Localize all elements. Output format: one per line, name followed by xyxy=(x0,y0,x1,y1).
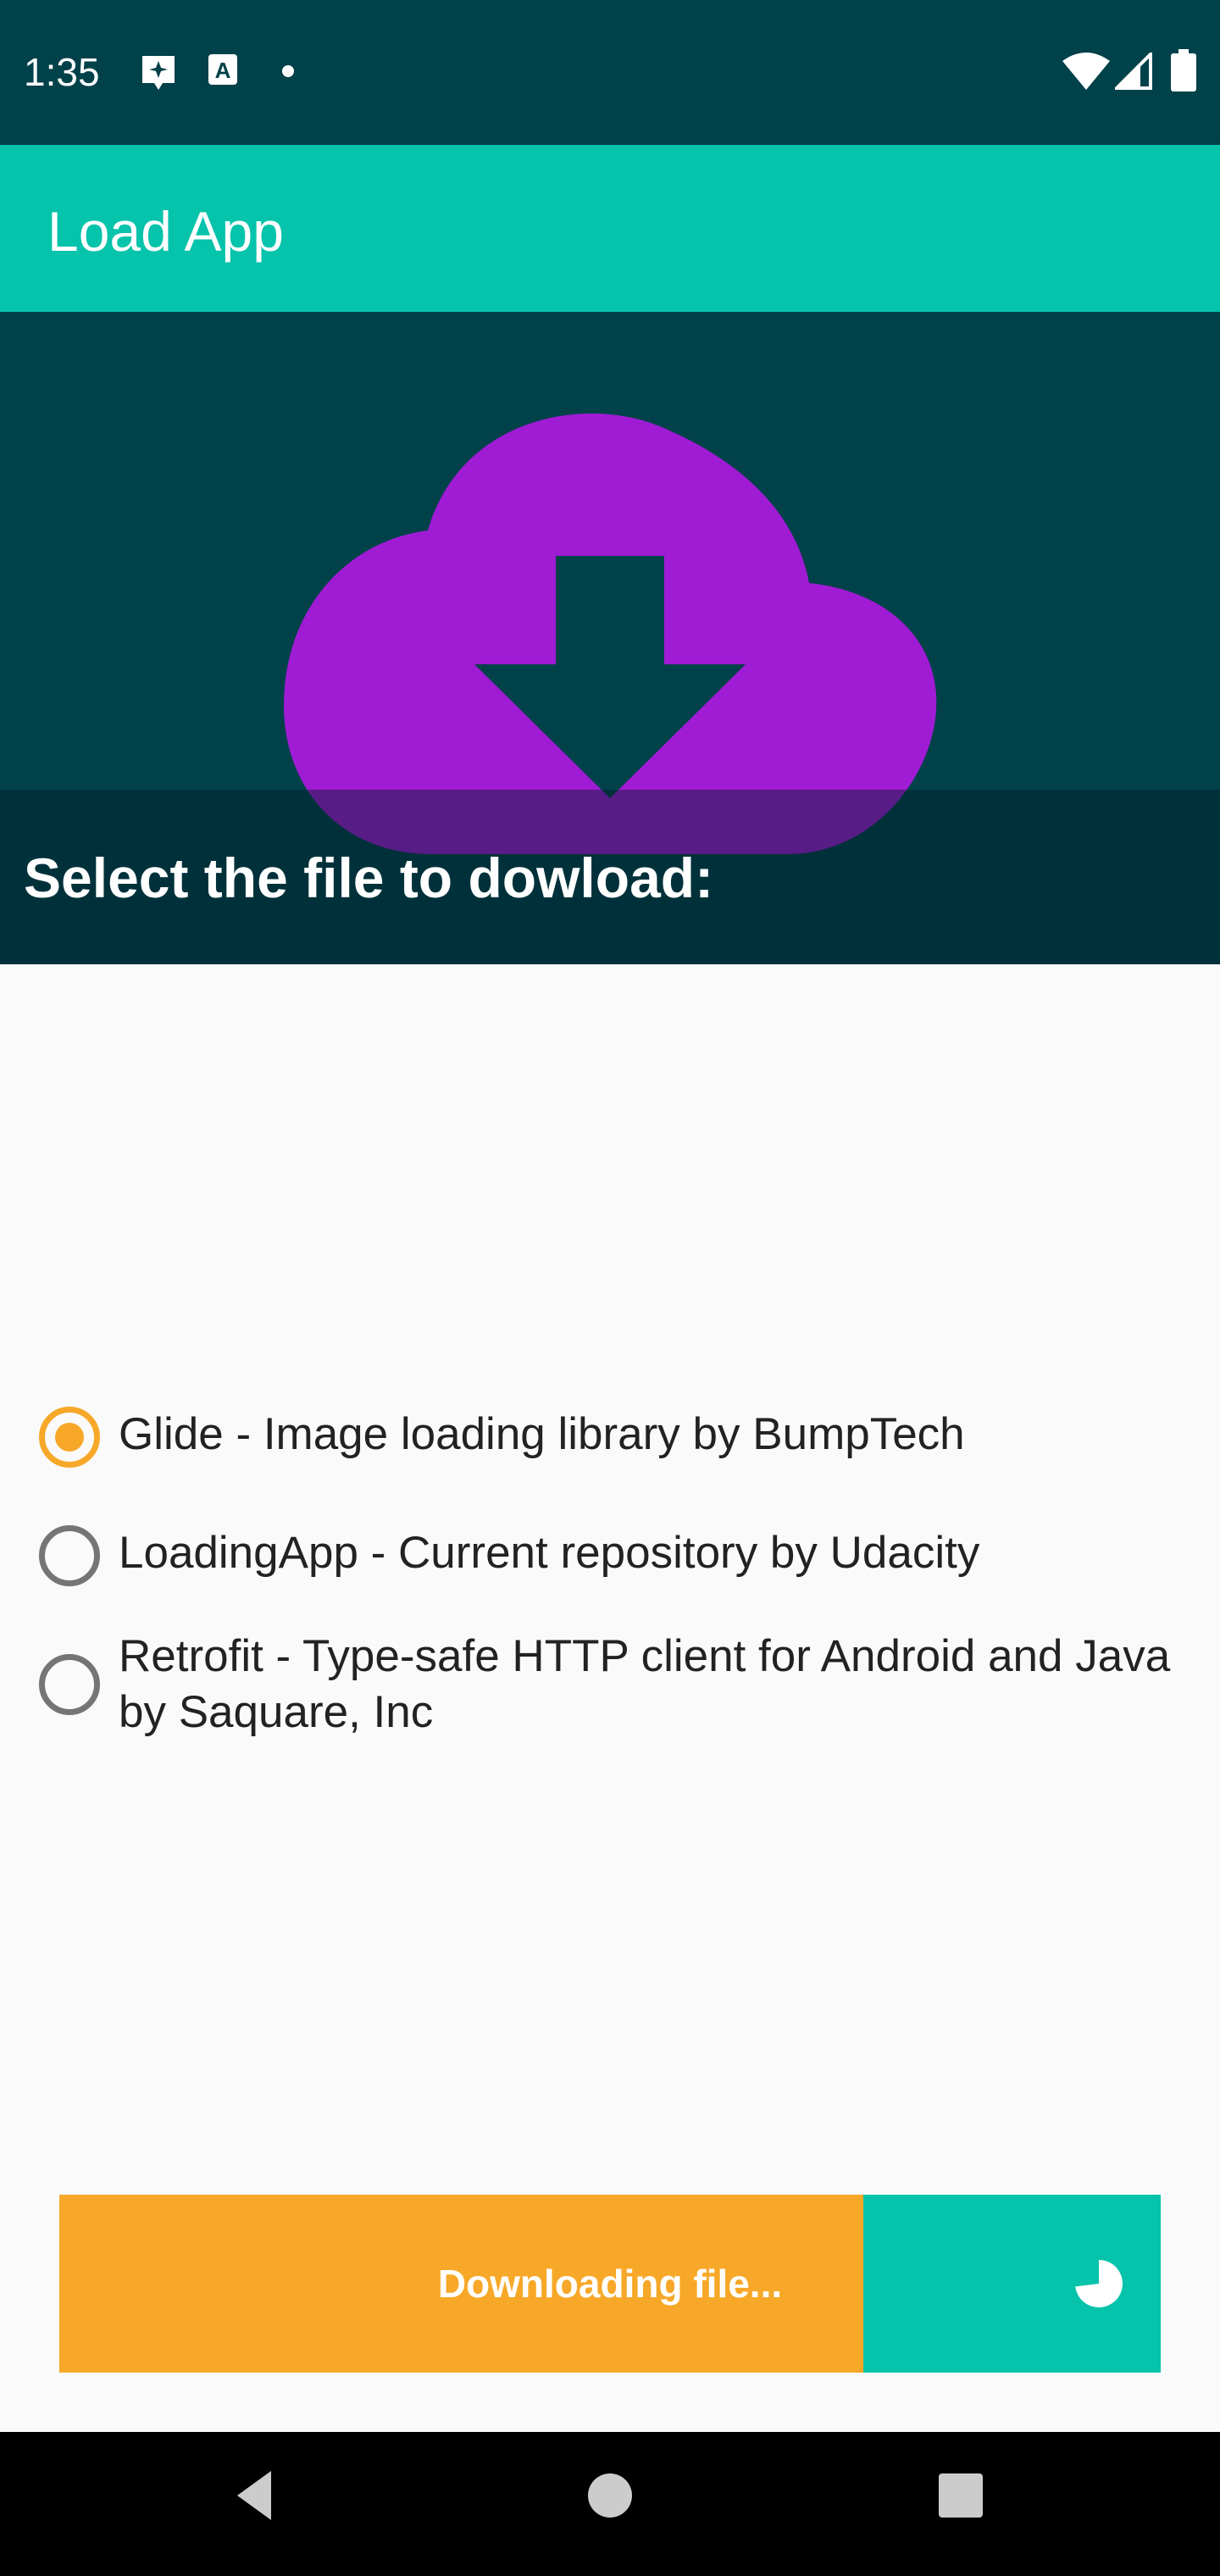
radio-label: LoadingApp - Current repository by Udaci… xyxy=(119,1528,980,1578)
status-bar: 1:35 A xyxy=(0,0,1220,145)
wifi-icon xyxy=(1062,53,1110,94)
svg-text:A: A xyxy=(215,58,231,83)
assistant-icon xyxy=(139,53,178,97)
navigation-bar xyxy=(0,2432,1220,2576)
home-icon[interactable] xyxy=(585,2466,635,2525)
radio-label: Glide - Image loading library by BumpTec… xyxy=(119,1409,965,1459)
recents-icon[interactable] xyxy=(935,2466,986,2525)
header-image: Select the file to dowload: xyxy=(0,312,1220,964)
progress-circle-icon xyxy=(1075,2260,1123,2307)
radio-label: Retrofit - Type-safe HTTP client for And… xyxy=(119,1631,1171,1737)
text-a-icon: A xyxy=(207,53,239,91)
download-button[interactable]: Downloading file... xyxy=(59,2195,1161,2373)
button-label: Downloading file... xyxy=(437,2262,783,2306)
radio-button[interactable] xyxy=(39,1654,100,1715)
select-file-heading: Select the file to dowload: xyxy=(24,847,714,909)
radio-option-loadingapp[interactable]: LoadingApp - Current repository by Udaci… xyxy=(39,1525,1186,1586)
back-icon[interactable] xyxy=(229,2466,280,2525)
dot-icon xyxy=(281,64,295,82)
radio-button-checked[interactable] xyxy=(39,1407,100,1468)
battery-icon xyxy=(1171,49,1196,96)
signal-icon xyxy=(1112,50,1152,94)
radio-option-retrofit[interactable]: Retrofit - Type-safe HTTP client for And… xyxy=(39,1629,1186,1740)
app-title: Load App xyxy=(47,200,284,263)
app-bar: Load App xyxy=(0,145,1220,312)
radio-button[interactable] xyxy=(39,1525,100,1586)
status-time: 1:35 xyxy=(24,50,100,94)
radio-option-glide[interactable]: Glide - Image loading library by BumpTec… xyxy=(39,1407,1186,1468)
